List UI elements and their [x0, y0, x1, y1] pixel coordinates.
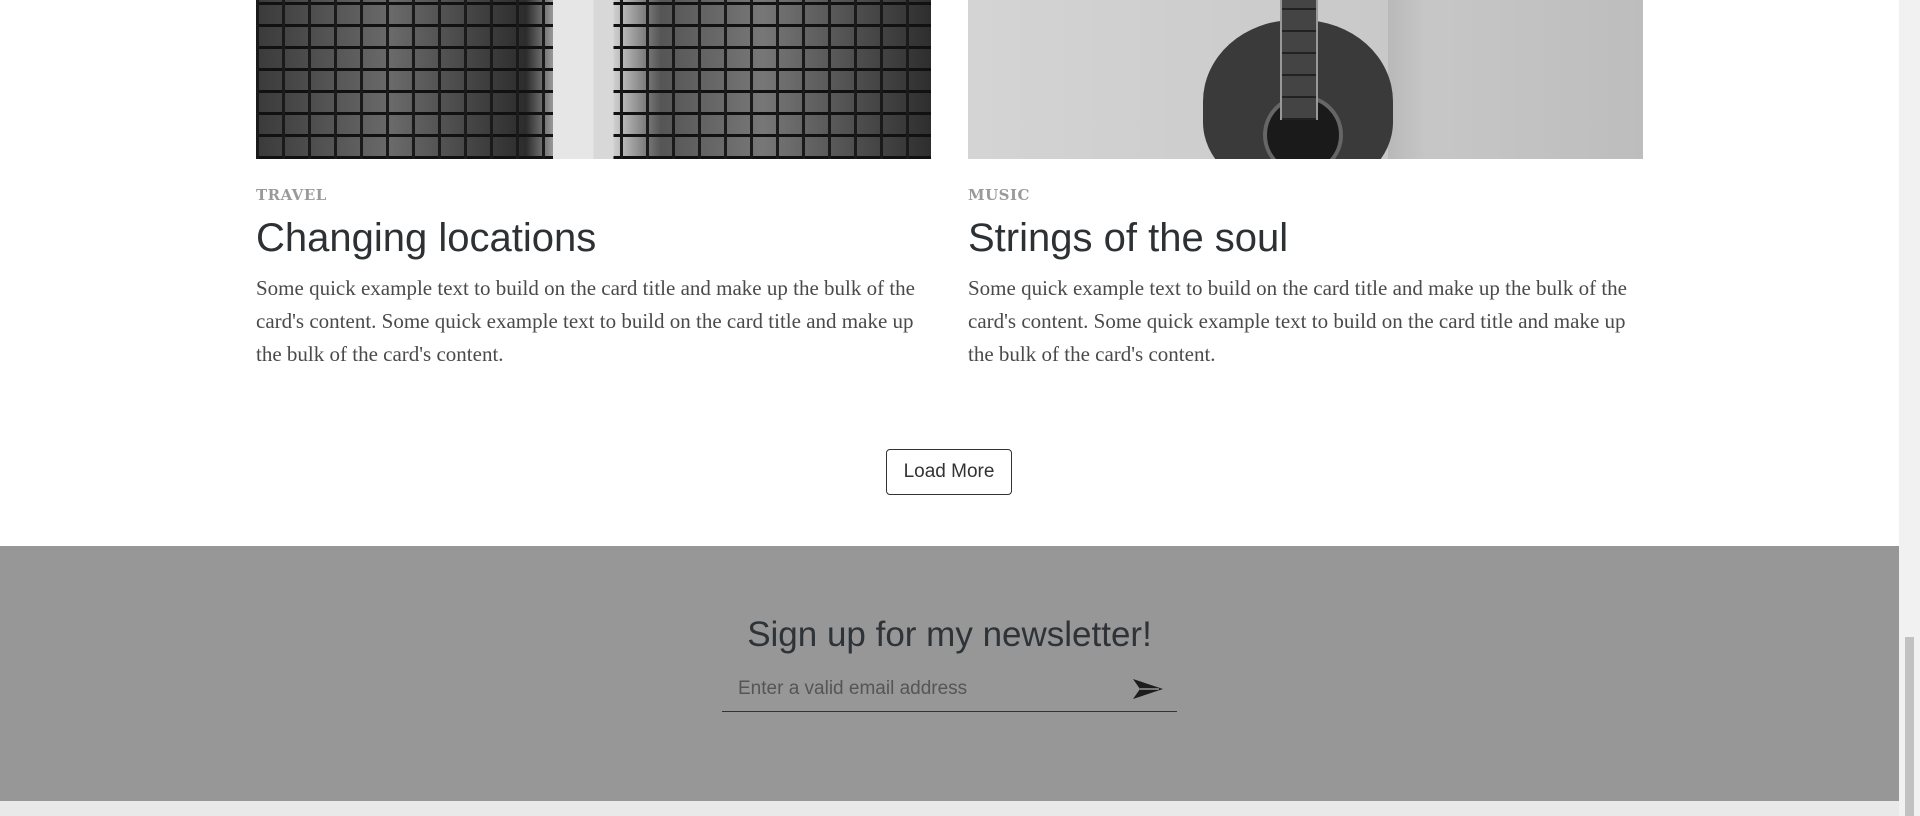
card-travel: TRAVEL Changing locations Some quick exa…: [256, 0, 931, 371]
newsletter-title: Sign up for my newsletter!: [747, 615, 1152, 654]
card-music: MUSIC Strings of the soul Some quick exa…: [968, 0, 1643, 371]
guitar-neck: [1280, 0, 1318, 120]
email-input[interactable]: [722, 667, 1122, 711]
card-title[interactable]: Changing locations: [256, 216, 931, 260]
footer-strip: [0, 801, 1899, 816]
send-arrow-icon[interactable]: [1131, 675, 1165, 703]
card-image-guitar: [968, 0, 1643, 159]
card-title[interactable]: Strings of the soul: [968, 216, 1643, 260]
page: TRAVEL Changing locations Some quick exa…: [0, 0, 1899, 816]
load-more-button[interactable]: Load More: [886, 449, 1012, 495]
card-image-buildings: [256, 0, 931, 159]
card-category: MUSIC: [968, 186, 1030, 204]
newsletter-form: [722, 667, 1177, 712]
page-scrollbar[interactable]: [1899, 0, 1920, 816]
send-arrow-icon-graphic: [1133, 679, 1163, 699]
newsletter-section: Sign up for my newsletter!: [0, 546, 1899, 801]
card-category: TRAVEL: [256, 186, 327, 204]
scrollbar-thumb[interactable]: [1905, 637, 1914, 816]
card-text: Some quick example text to build on the …: [968, 276, 1627, 366]
card-text: Some quick example text to build on the …: [256, 276, 915, 366]
guitar-shadow: [1388, 0, 1428, 159]
